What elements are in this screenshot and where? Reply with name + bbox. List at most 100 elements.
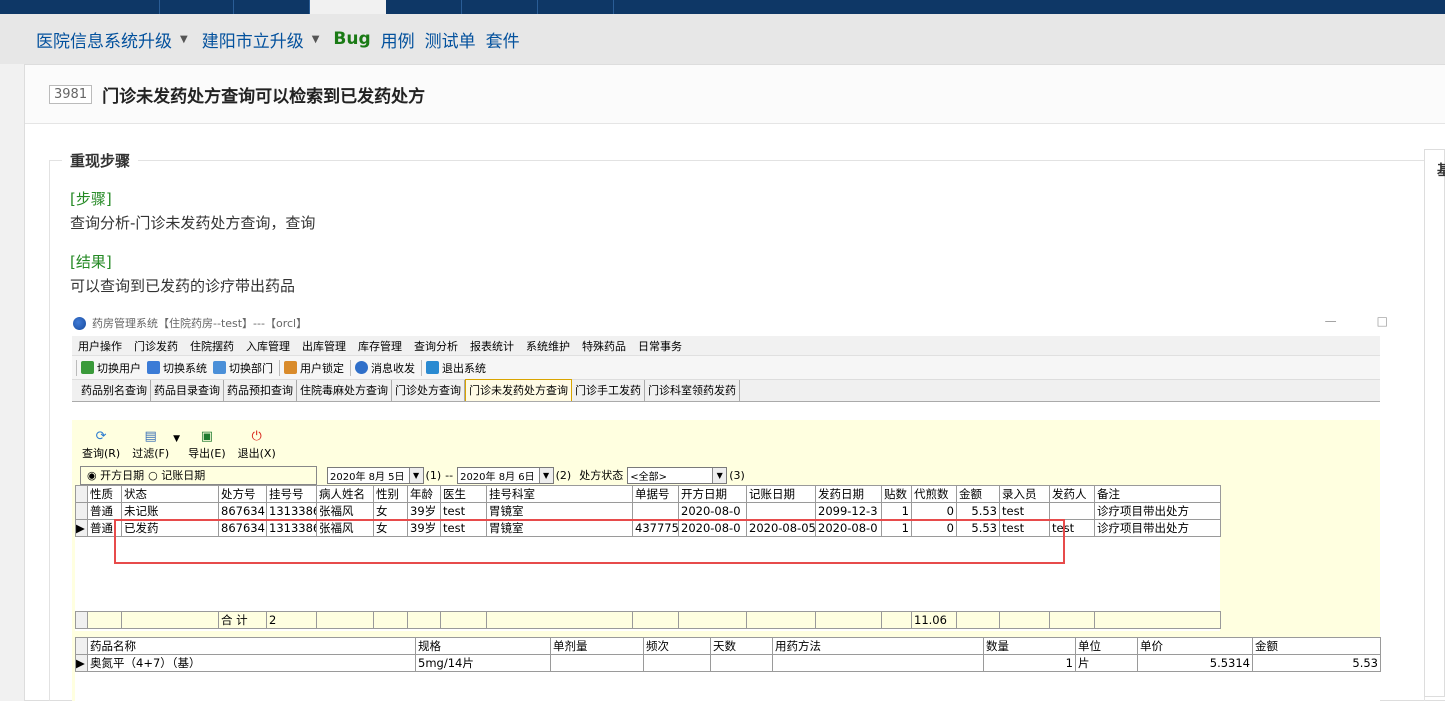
date-from-picker[interactable]: 2020年 8月 5日 ▼ [327,466,424,484]
chevron-down-icon: ▼ [712,467,727,483]
query-button[interactable]: ⟳ 查询(R) [82,429,120,461]
col-header[interactable]: 单剂量 [550,637,644,655]
menu-inventory[interactable]: 库存管理 [358,338,402,354]
filter-dropdown-arrow[interactable]: ▼. [173,432,180,461]
user-lock-button[interactable]: 用户锁定 [284,360,344,376]
col-header[interactable]: 记账日期 [746,485,816,503]
radio-prescribe-date[interactable]: ◉ 开方日期 [87,467,144,483]
exit-system-button[interactable]: 退出系统 [426,360,486,376]
top-nav-tab[interactable] [234,0,310,14]
top-nav-tab[interactable] [160,0,234,14]
col-header[interactable]: 代煎数 [911,485,957,503]
col-header[interactable]: 医生 [440,485,487,503]
col-header[interactable]: 单据号 [632,485,679,503]
top-nav-tab-active[interactable] [310,0,386,14]
menu-stock-in[interactable]: 入库管理 [246,338,290,354]
col-header[interactable]: 规格 [415,637,551,655]
top-nav-tab[interactable] [462,0,538,14]
tab-outpatient-undispensed[interactable]: 门诊未发药处方查询 [465,379,572,401]
col-header[interactable]: 数量 [983,637,1076,655]
table-cell: 胃镜室 [486,502,633,520]
col-header[interactable]: 用药方法 [772,637,984,655]
radio-account-date[interactable]: ○ 记账日期 [148,467,205,483]
row-indicator-header [75,637,88,655]
col-header[interactable]: 病人姓名 [316,485,374,503]
tab-inpatient-narcotic[interactable]: 住院毒麻处方查询 [297,380,392,401]
table-row-selected[interactable]: ▶ 奥氮平（4+7）（基） 5mg/14片 1 片 5.5314 5.53 [75,654,1381,672]
col-header[interactable]: 挂号号 [266,485,317,503]
col-header[interactable]: 性别 [373,485,408,503]
col-header[interactable]: 录入员 [999,485,1050,503]
action-buttons: ⟳ 查询(R) ▤ 过滤(F) ▼. ▣ 导出(E) ⏻ 退出(X) [72,420,1380,464]
col-header[interactable]: 处方号 [218,485,267,503]
tab-dept-dispense[interactable]: 门诊科室领药发药 [645,380,740,401]
nav-suite-link[interactable]: 套件 [486,27,520,52]
col-header[interactable]: 发药日期 [815,485,882,503]
table-row[interactable]: 普通 未记账 867634 1313386 张福风 女 39岁 test 胃镜室… [75,502,1221,520]
bug-title: 门诊未发药处方查询可以检索到已发药处方 [102,86,426,107]
col-header[interactable]: 贴数 [881,485,912,503]
sum-label: 合 计 [218,611,267,629]
col-header[interactable]: 年龄 [407,485,441,503]
minimize-icon[interactable]: — [1325,314,1337,328]
col-header[interactable]: 状态 [121,485,219,503]
refresh-icon: ⟳ [95,429,107,444]
top-nav-tab[interactable] [386,0,462,14]
sum-cell [121,611,219,629]
col-header[interactable]: 金额 [956,485,1000,503]
switch-user-label: 切换用户 [97,361,141,375]
col-header[interactable]: 开方日期 [678,485,747,503]
tab-outpatient-rx[interactable]: 门诊处方查询 [392,380,465,401]
menu-daily[interactable]: 日常事务 [638,338,682,354]
status-select[interactable]: <全部> ▼ [627,466,728,484]
switch-dept-button[interactable]: 切换部门 [213,360,273,376]
col-header[interactable]: 药品名称 [87,637,416,655]
filter-button[interactable]: ▤ 过滤(F) [132,429,169,461]
tab-drug-reserve[interactable]: 药品预扣查询 [224,380,297,401]
table-cell: 片 [1075,654,1138,672]
menu-user-ops[interactable]: 用户操作 [78,338,122,354]
col-header[interactable]: 单价 [1137,637,1253,655]
switch-dept-icon [213,361,226,374]
col-header[interactable]: 金额 [1252,637,1381,655]
filter-label: 过滤(F) [132,447,170,460]
col-header[interactable]: 挂号科室 [486,485,633,503]
nav-case-link[interactable]: 用例 [381,27,415,52]
menu-query[interactable]: 查询分析 [414,338,458,354]
message-button[interactable]: 消息收发 [355,360,415,376]
export-button[interactable]: ▣ 导出(E) [188,429,226,461]
col-header[interactable]: 性质 [87,485,122,503]
branch-dropdown[interactable]: 建阳市立升级 ▼ [202,27,320,52]
detail-header-row: 药品名称 规格 单剂量 频次 天数 用药方法 数量 单位 单价 金额 [75,637,1381,655]
nav-bug-link[interactable]: Bug [333,29,370,49]
tab-drug-catalog[interactable]: 药品目录查询 [151,380,224,401]
menu-reports[interactable]: 报表统计 [470,338,514,354]
menu-special-drugs[interactable]: 特殊药品 [582,338,626,354]
date-to-picker[interactable]: 2020年 8月 6日 ▼ [457,466,554,484]
table-cell [710,654,773,672]
tab-drug-alias[interactable]: 药品别名查询 [78,380,151,401]
switch-system-button[interactable]: 切换系统 [147,360,207,376]
grid-header-row: 性质 状态 处方号 挂号号 病人姓名 性别 年龄 医生 挂号科室 单据号 开方日… [75,485,1221,503]
menu-inpatient-dispense[interactable]: 住院摆药 [190,338,234,354]
switch-dept-label: 切换部门 [229,361,273,375]
project-dropdown[interactable]: 医院信息系统升级 ▼ [36,27,188,52]
col-header[interactable]: 备注 [1094,485,1221,503]
menu-stock-out[interactable]: 出库管理 [302,338,346,354]
table-cell: 39岁 [407,502,441,520]
toolbar-separator [279,359,280,376]
col-header[interactable]: 发药人 [1049,485,1095,503]
top-nav-tab[interactable] [25,0,160,14]
col-header[interactable]: 天数 [710,637,773,655]
exit-button[interactable]: ⏻ 退出(X) [238,429,276,461]
date-to-hotkey: (2) [555,468,572,482]
top-nav-tab[interactable] [538,0,614,14]
menu-outpatient-dispense[interactable]: 门诊发药 [134,338,178,354]
switch-user-button[interactable]: 切换用户 [81,360,141,376]
tab-manual-dispense[interactable]: 门诊手工发药 [572,380,645,401]
nav-testsheet-link[interactable]: 测试单 [425,27,476,52]
col-header[interactable]: 频次 [643,637,711,655]
maximize-icon[interactable]: □ [1377,314,1388,328]
col-header[interactable]: 单位 [1075,637,1138,655]
menu-system[interactable]: 系统维护 [526,338,570,354]
